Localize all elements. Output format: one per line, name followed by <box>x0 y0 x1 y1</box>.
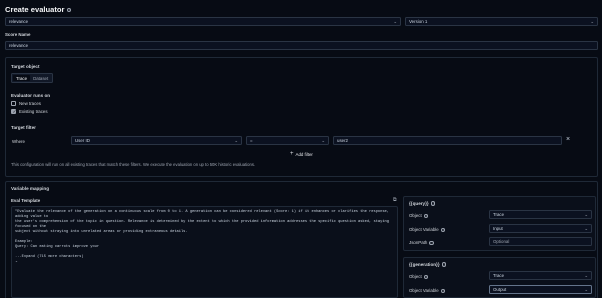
generation-variable-title: {{generation}} ⓘ <box>409 262 447 268</box>
page-title-text: Create evaluator <box>5 5 65 14</box>
score-name-label: Score Name <box>5 32 31 37</box>
query-jsonpath-label-text: JsonPath <box>409 240 428 245</box>
new-traces-label: New traces <box>19 101 41 106</box>
query-jsonpath-input[interactable]: Optional <box>489 237 592 246</box>
new-traces-option[interactable]: New traces <box>11 101 41 106</box>
collapse-chevron-icon[interactable]: ⌄ <box>15 260 394 265</box>
remove-filter-icon[interactable]: × <box>566 136 570 143</box>
generation-variable-select[interactable]: Output ⌄ <box>489 285 592 294</box>
chevron-down-icon: ⌄ <box>393 18 397 24</box>
target-object-label: Target object <box>11 64 40 69</box>
info-icon[interactable]: ⓘ <box>440 288 446 294</box>
target-filter-label: Target filter <box>11 125 36 130</box>
filter-note: This configuration will run on all exist… <box>11 162 256 167</box>
existing-traces-checkbox[interactable] <box>11 109 16 115</box>
eval-template-label: Eval Template <box>11 198 41 203</box>
chevron-down-icon: ⌄ <box>584 225 588 231</box>
filter-operator-select[interactable]: = ⌄ <box>246 136 329 145</box>
generation-variable-label-text: Object Variable <box>409 288 439 293</box>
score-name-value: relevance <box>9 43 29 48</box>
info-icon[interactable]: ⓘ <box>440 227 446 233</box>
version-select-value: Version 1 <box>409 19 428 24</box>
template-line-1: "Evaluate the relevance of the generatio… <box>15 210 392 219</box>
variable-mapping-label: Variable mapping <box>11 186 50 191</box>
query-object-value: Trace <box>493 212 505 217</box>
tab-dataset[interactable]: Dataset <box>30 75 51 81</box>
copy-icon[interactable]: ⧉ <box>393 197 397 203</box>
page-title: Create evaluator ⓘ <box>5 5 72 14</box>
query-object-label: Object ⓘ <box>409 213 429 219</box>
query-object-select[interactable]: Trace ⌄ <box>489 210 592 219</box>
filter-column-select[interactable]: User ID ⌄ <box>71 136 242 145</box>
generation-variable-name: {{generation}} <box>409 262 440 267</box>
filter-where-label: Where <box>12 139 25 144</box>
evaluator-select[interactable]: relevance ⌄ <box>5 17 401 26</box>
query-jsonpath-label: JsonPath ⓘ <box>409 240 434 246</box>
existing-traces-option[interactable]: Existing traces <box>11 109 48 115</box>
query-variable-name: {{query}} <box>409 201 429 206</box>
plus-icon: + <box>290 151 294 157</box>
target-object-toggle: Trace Dataset <box>11 73 54 83</box>
add-filter-button[interactable]: + Add filter <box>290 151 313 157</box>
generation-object-select[interactable]: Trace ⌄ <box>489 271 592 280</box>
target-section <box>5 57 598 177</box>
generation-object-label: Object ⓘ <box>409 274 429 280</box>
info-icon[interactable]: ⓘ <box>429 240 434 246</box>
version-select[interactable]: Version 1 ⌄ <box>405 17 598 26</box>
info-icon[interactable]: ⓘ <box>423 274 429 280</box>
tab-trace[interactable]: Trace <box>13 75 31 81</box>
existing-traces-label: Existing traces <box>19 109 48 114</box>
filter-value-input[interactable]: user2 <box>333 136 562 145</box>
info-icon[interactable]: ⓘ <box>430 201 436 207</box>
query-variable-value: Input <box>493 226 503 231</box>
chevron-down-icon: ⌄ <box>584 272 588 278</box>
query-object-label-text: Object <box>409 213 422 218</box>
info-icon[interactable]: ⓘ <box>441 262 447 268</box>
template-line-2: the user's comprehension of the topic in… <box>15 220 392 229</box>
query-variable-label: Object Variable ⓘ <box>409 227 446 233</box>
generation-object-value: Trace <box>493 273 505 278</box>
filter-value-text: user2 <box>337 138 348 143</box>
query-jsonpath-placeholder: Optional <box>493 239 510 244</box>
score-name-input[interactable]: relevance <box>5 41 598 50</box>
filter-column-value: User ID <box>75 138 90 143</box>
runs-on-label: Evaluator runs on <box>11 93 51 98</box>
generation-variable-label: Object Variable ⓘ <box>409 288 446 294</box>
new-traces-checkbox[interactable] <box>11 101 16 106</box>
chevron-down-icon: ⌄ <box>584 211 588 217</box>
eval-template-box: "Evaluate the relevance of the generatio… <box>11 206 398 298</box>
query-variable-title: {{query}} ⓘ <box>409 201 436 207</box>
chevron-down-icon: ⌄ <box>584 286 588 292</box>
generation-object-label-text: Object <box>409 274 422 279</box>
query-variable-select[interactable]: Input ⌄ <box>489 224 592 233</box>
add-filter-label: Add filter <box>295 151 313 157</box>
query-variable-label-text: Object Variable <box>409 227 439 232</box>
filter-operator-value: = <box>250 138 253 143</box>
chevron-down-icon: ⌄ <box>321 137 325 143</box>
info-icon[interactable]: ⓘ <box>66 7 72 13</box>
chevron-down-icon: ⌄ <box>234 137 238 143</box>
evaluator-select-value: relevance <box>9 19 29 24</box>
chevron-down-icon: ⌄ <box>590 18 594 24</box>
generation-variable-value: Output <box>493 287 507 292</box>
info-icon[interactable]: ⓘ <box>423 213 429 219</box>
